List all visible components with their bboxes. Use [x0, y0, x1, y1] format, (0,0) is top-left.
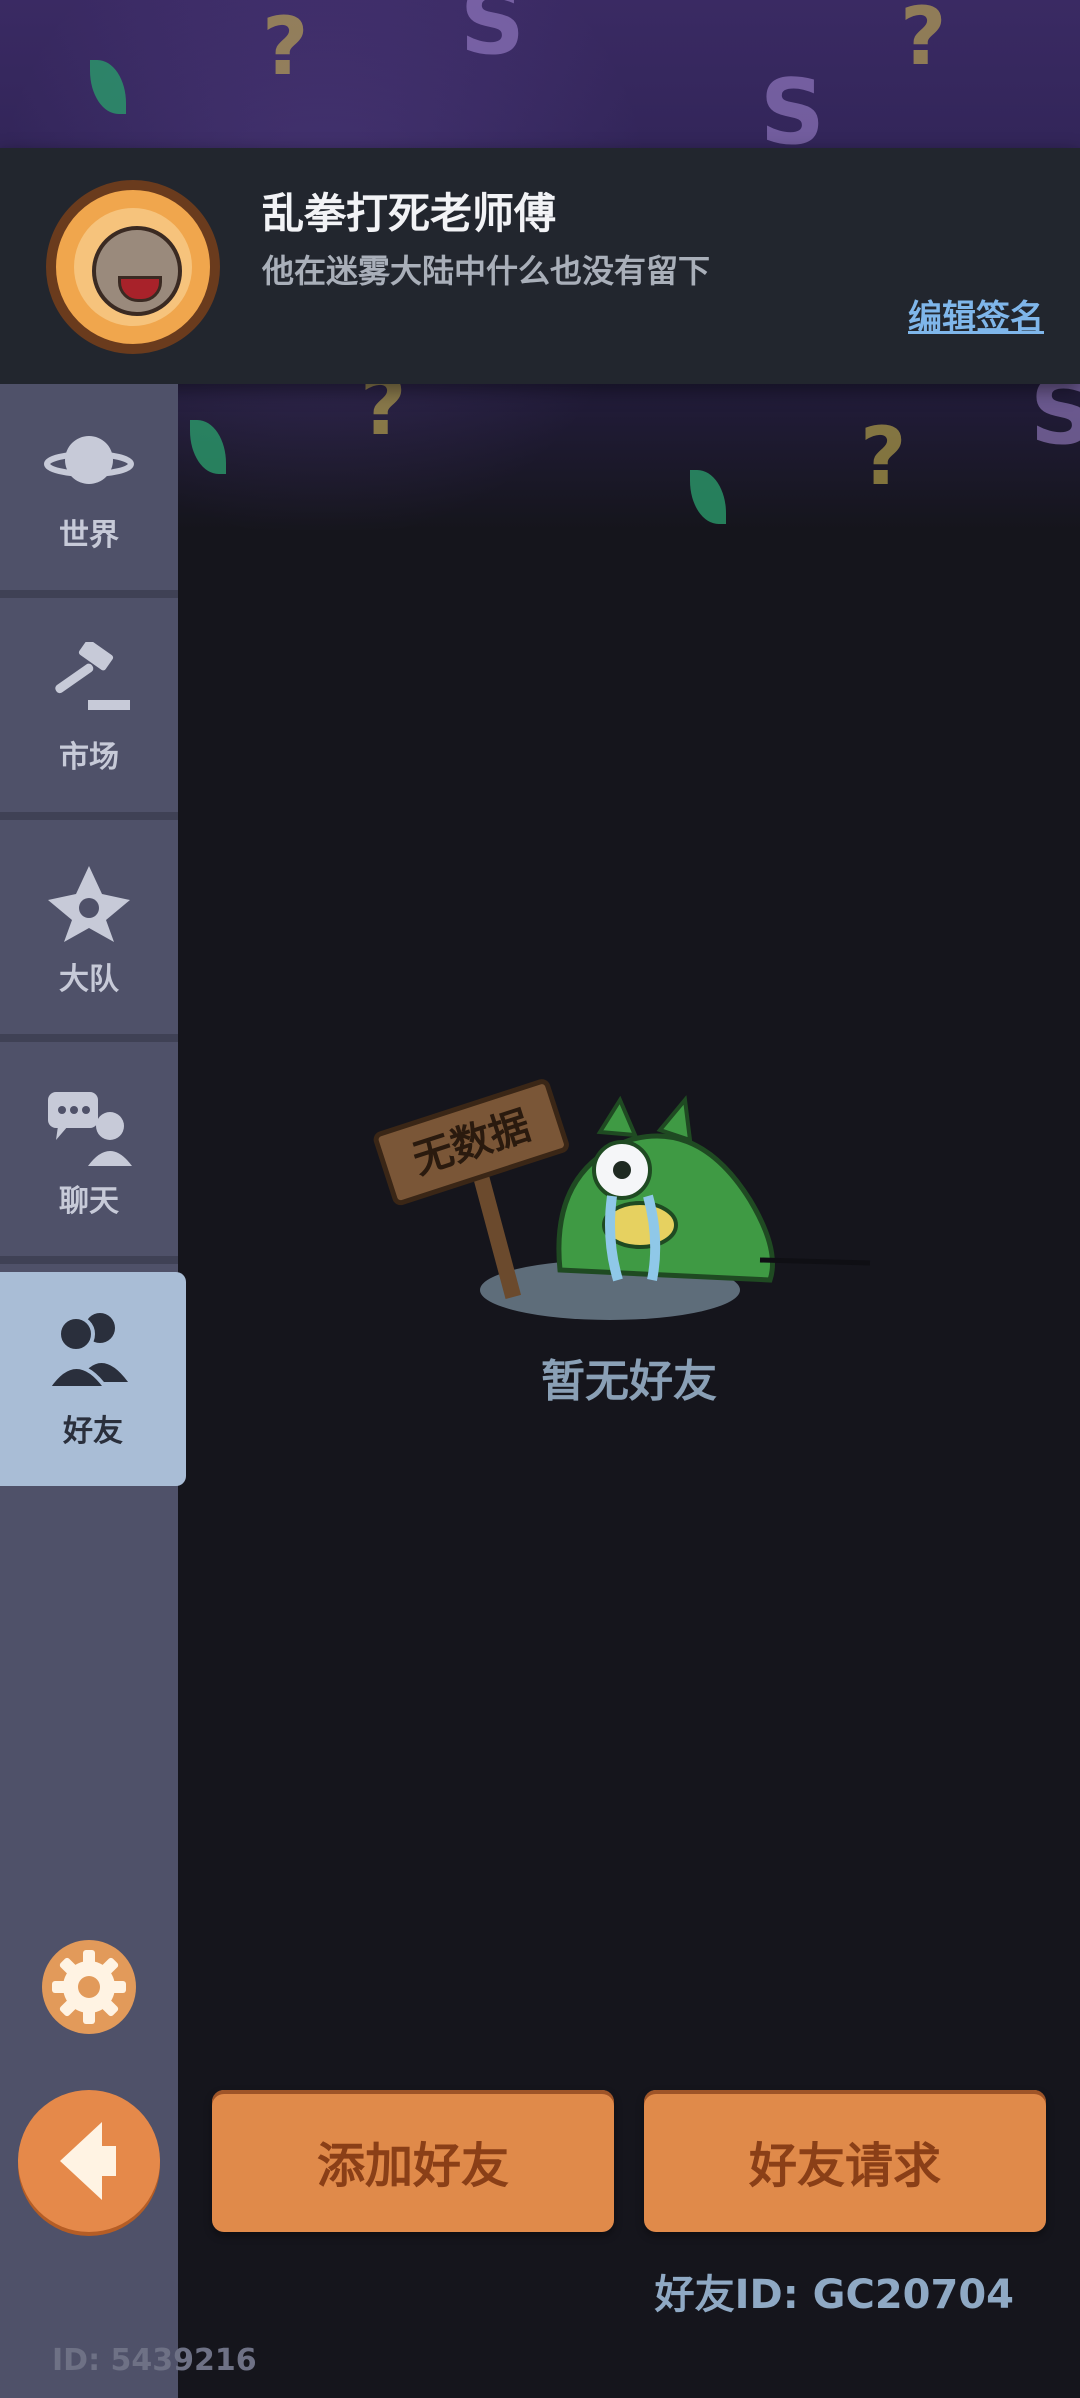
sidebar-item-friends[interactable]: 好友 — [0, 1272, 186, 1486]
empty-friends-message: 暂无好友 — [541, 1356, 717, 1407]
sidebar-item-label: 好友 — [63, 1414, 123, 1449]
sidebar-item-market[interactable]: 市场 — [0, 606, 178, 820]
question-mark-decoration: ? — [860, 410, 907, 503]
sidebar-item-label: 大队 — [59, 962, 119, 997]
back-arrow-icon — [60, 2122, 116, 2200]
sidebar-item-label: 聊天 — [59, 1184, 119, 1219]
avatar-mouth — [118, 276, 162, 302]
leaf-decoration — [190, 420, 226, 474]
avatar-portrait — [74, 208, 192, 326]
sidebar-item-label: 世界 — [59, 518, 119, 553]
gear-icon — [52, 1950, 126, 2024]
back-button[interactable] — [18, 2090, 160, 2232]
avatar[interactable] — [46, 180, 220, 354]
username: 乱拳打死老师傅 — [262, 189, 557, 238]
leaf-decoration — [690, 470, 726, 524]
settings-button[interactable] — [42, 1940, 136, 2034]
sidebar-item-label: 市场 — [59, 740, 119, 775]
question-mark-decoration: ? — [262, 0, 309, 93]
friend-requests-button[interactable]: 好友请求 — [644, 2090, 1046, 2232]
empty-state-illustration: 无数据 — [373, 1079, 871, 1320]
signature-text: 他在迷雾大陆中什么也没有留下 — [262, 252, 711, 290]
sidebar-item-world[interactable]: 世界 — [0, 384, 178, 598]
friends-icon — [45, 1313, 128, 1388]
avatar-face — [92, 226, 182, 316]
sidebar-item-chat[interactable]: 聊天 — [0, 1050, 178, 1264]
friend-id: 好友ID: GC20704 — [654, 2272, 1014, 2318]
user-id: ID: 5439216 — [52, 2343, 257, 2378]
question-mark-decoration: ? — [900, 0, 947, 83]
letter-s-decoration: S — [460, 0, 525, 75]
profile-header: 乱拳打死老师傅 他在迷雾大陆中什么也没有留下 编辑签名 — [0, 148, 1080, 384]
sidebar-item-guild[interactable]: 大队 — [0, 828, 178, 1042]
planet-icon — [44, 436, 134, 484]
edit-signature-link[interactable]: 编辑签名 — [908, 290, 1044, 339]
chat-icon — [48, 1092, 132, 1166]
add-friend-button[interactable]: 添加好友 — [212, 2090, 614, 2232]
gavel-icon — [55, 642, 130, 710]
guild-emblem-icon — [48, 866, 130, 942]
leaf-decoration — [90, 60, 126, 114]
